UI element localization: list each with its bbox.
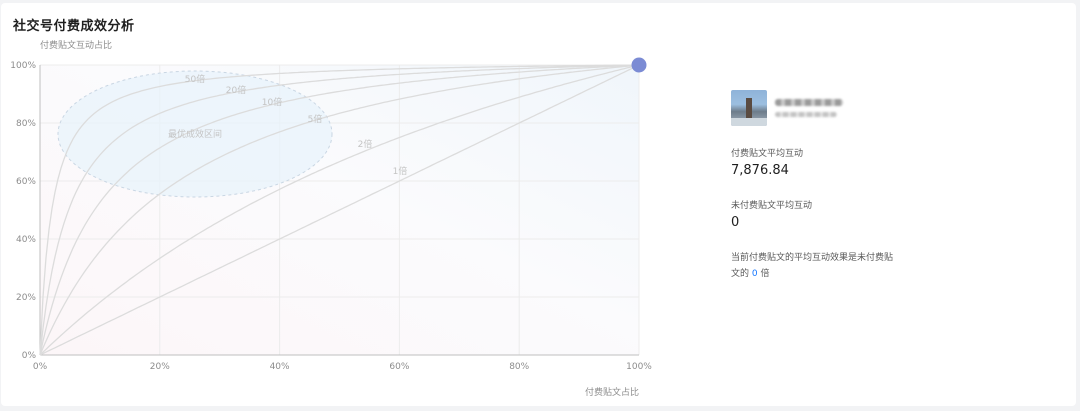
effect-multiple: 0 [751, 269, 758, 279]
unpaid-average-stat: 未付费贴文平均互动 0 [731, 198, 931, 230]
paid-effect-chart: 0% 20% 40% 60% 80% 100% 0% 20% 40% 60% 80% 100% 付费贴文… [0, 0, 680, 411]
x-tick-label: 20% [150, 362, 170, 372]
account-info [731, 90, 931, 126]
account-avatar-icon [731, 90, 767, 126]
y-tick-label: 0% [22, 351, 37, 361]
curve-label-10x: 10倍 [262, 96, 282, 108]
curve-label-20x: 20倍 [226, 84, 246, 96]
x-tick-label: 40% [270, 362, 290, 372]
chart-svg: 0% 20% 40% 60% 80% 100% 0% 20% 40% 60% 80% 100% 付费贴文… [10, 39, 652, 398]
y-tick-label: 40% [16, 235, 36, 245]
unpaid-average-label: 未付费贴文平均互动 [731, 201, 813, 211]
curve-label-5x: 5倍 [308, 113, 323, 125]
x-tick-label: 100% [626, 362, 652, 372]
y-tick-label: 20% [16, 293, 36, 303]
y-axis-title: 付费贴文互动占比 [40, 39, 112, 51]
paid-average-value: 7,876.84 [731, 163, 789, 178]
effect-note: 当前付费贴文的平均互动效果是未付费贴文的 0 倍 [731, 250, 899, 282]
paid-average-label: 付费贴文平均互动 [731, 149, 804, 159]
x-tick-label: 0% [33, 362, 48, 372]
y-tick-label: 100% [10, 61, 36, 71]
summary-panel: 付费贴文平均互动 7,876.84 未付费贴文平均互动 0 当前付费贴文的平均互… [731, 90, 931, 282]
y-tick-label: 60% [16, 177, 36, 187]
effect-note-unit: 倍 [760, 269, 770, 279]
x-axis-title: 付费贴文占比 [585, 386, 639, 398]
paid-average-stat: 付费贴文平均互动 7,876.84 [731, 146, 931, 178]
optimal-zone-label: 最优成效区间 [168, 128, 222, 140]
current-point [631, 57, 647, 73]
account-id-blurred [775, 112, 837, 117]
x-tick-label: 80% [509, 362, 529, 372]
curve-label-1x: 1倍 [393, 165, 408, 177]
unpaid-average-value: 0 [731, 215, 740, 230]
curve-label-2x: 2倍 [358, 138, 373, 150]
y-tick-label: 80% [16, 119, 36, 129]
curve-label-50x: 50倍 [185, 73, 205, 85]
x-tick-label: 60% [389, 362, 409, 372]
account-name-blurred [775, 99, 843, 106]
